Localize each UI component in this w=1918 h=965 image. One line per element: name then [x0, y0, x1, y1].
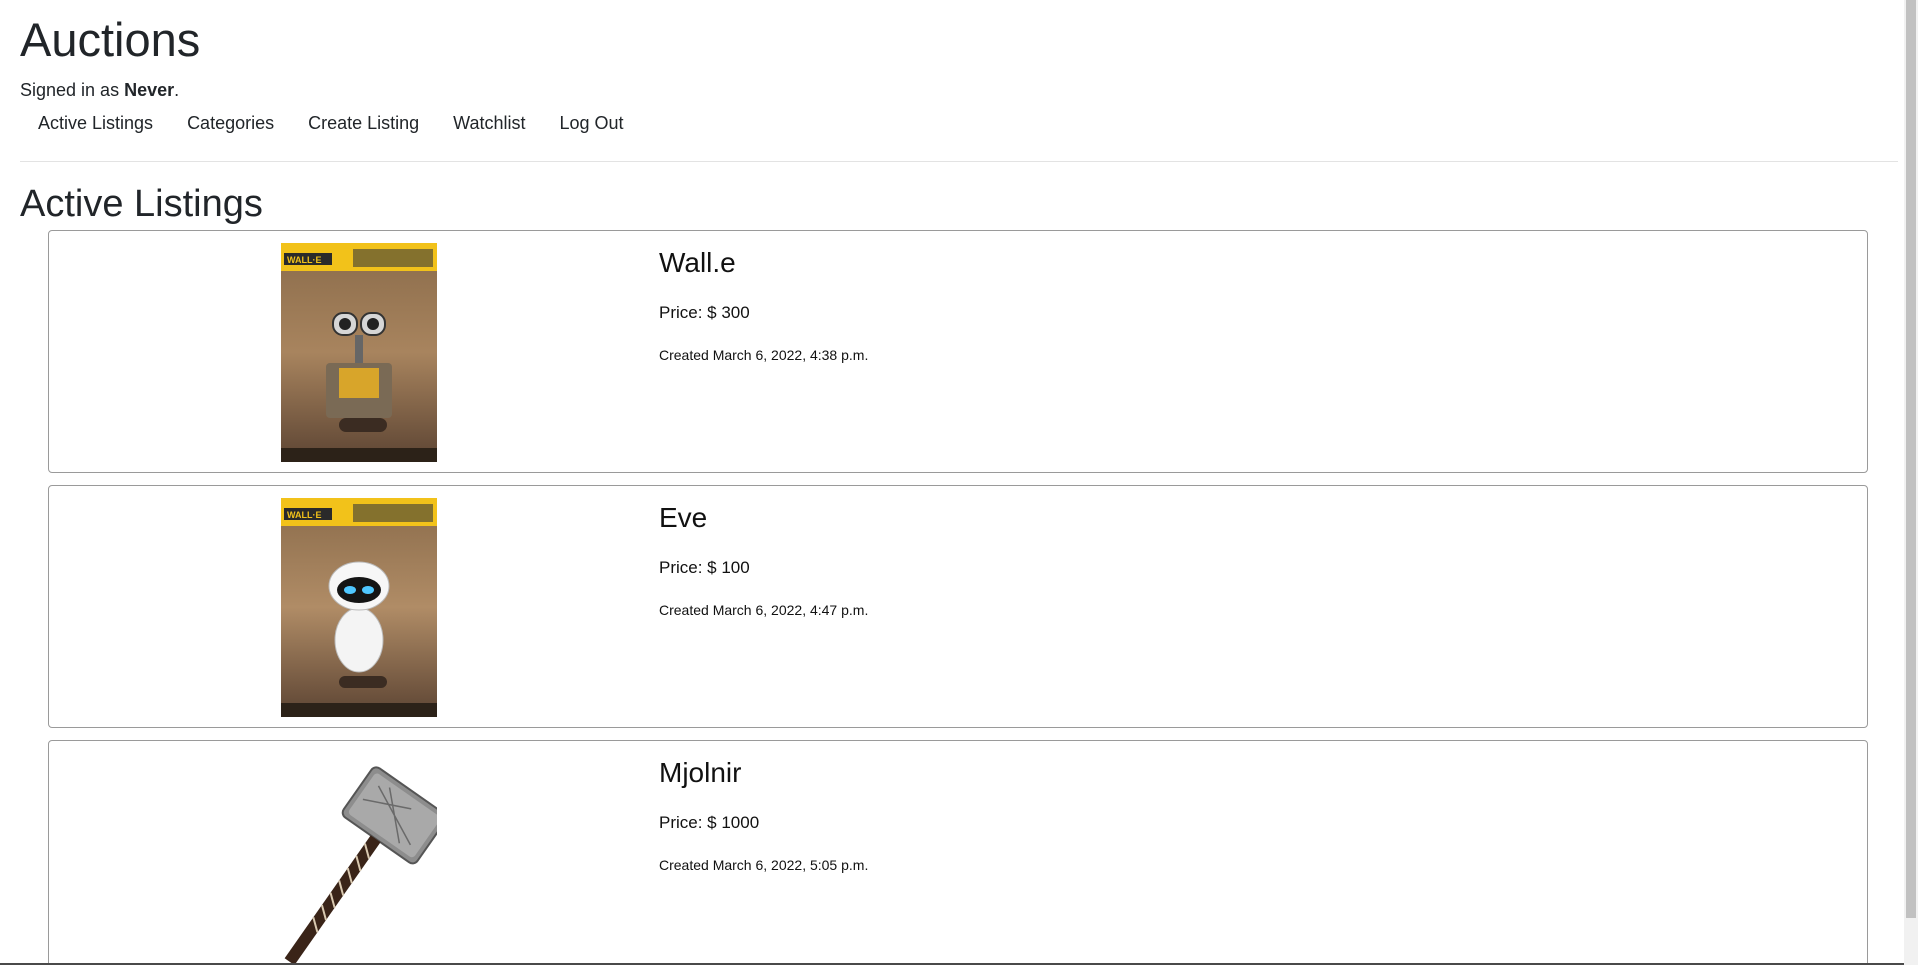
main-content: Auctions Signed in as Never. Active List…: [20, 0, 1898, 228]
signed-in-status: Signed in as Never.: [20, 80, 1898, 101]
listing-title[interactable]: Mjolnir: [659, 757, 868, 789]
listing-created-date: Created March 6, 2022, 4:47 p.m.: [659, 602, 869, 618]
listing-title[interactable]: Eve: [659, 502, 868, 534]
signed-in-prefix: Signed in as: [20, 80, 125, 101]
nav-bar: Active Listings Categories Create Listin…: [20, 113, 1898, 134]
scrollbar-thumb[interactable]: [1906, 0, 1916, 918]
listing-info: Eve Price: $ 100 Created March 6, 2022, …: [659, 502, 868, 618]
nav-create-listing[interactable]: Create Listing: [291, 113, 436, 134]
nav-active-listings[interactable]: Active Listings: [21, 113, 170, 134]
nav-watchlist[interactable]: Watchlist: [436, 113, 542, 134]
mjolnir-hammer[interactable]: [281, 753, 437, 965]
listing-price: Price: $ 300: [659, 303, 750, 322]
listing-created-date: Created March 6, 2022, 5:05 p.m.: [659, 857, 869, 873]
nav-log-out[interactable]: Log Out: [543, 113, 641, 134]
walle-figure-box[interactable]: WALL·E: [281, 243, 437, 462]
svg-text:WALL·E: WALL·E: [287, 510, 322, 520]
listing-info: Mjolnir Price: $ 1000 Created March 6, 2…: [659, 757, 868, 873]
listing-created-date: Created March 6, 2022, 4:38 p.m.: [659, 347, 869, 363]
nav-categories[interactable]: Categories: [170, 113, 291, 134]
listing-info: Wall.e Price: $ 300 Created March 6, 202…: [659, 247, 868, 363]
svg-text:WALL·E: WALL·E: [287, 255, 322, 265]
divider: [20, 161, 1898, 163]
listing-card-mjolnir[interactable]: Mjolnir Price: $ 1000 Created March 6, 2…: [48, 740, 1868, 965]
eve-figure-box[interactable]: WALL·E: [281, 498, 437, 717]
site-title: Auctions: [20, 13, 201, 66]
listing-card-walle[interactable]: WALL·E Wall.e Price: $ 300 Created March…: [48, 230, 1868, 473]
page: Auctions Signed in as Never. Active List…: [0, 0, 1918, 965]
page-heading: Active Listings: [20, 183, 263, 226]
listing-title[interactable]: Wall.e: [659, 247, 868, 279]
signed-in-suffix: .: [174, 80, 180, 101]
listing-price: Price: $ 100: [659, 558, 750, 577]
vertical-scrollbar[interactable]: [1904, 0, 1918, 965]
listing-price: Price: $ 1000: [659, 813, 760, 832]
username: Never: [124, 80, 175, 101]
listing-card-eve[interactable]: WALL·E Eve Price: $ 100 Created March 6,…: [48, 485, 1868, 728]
